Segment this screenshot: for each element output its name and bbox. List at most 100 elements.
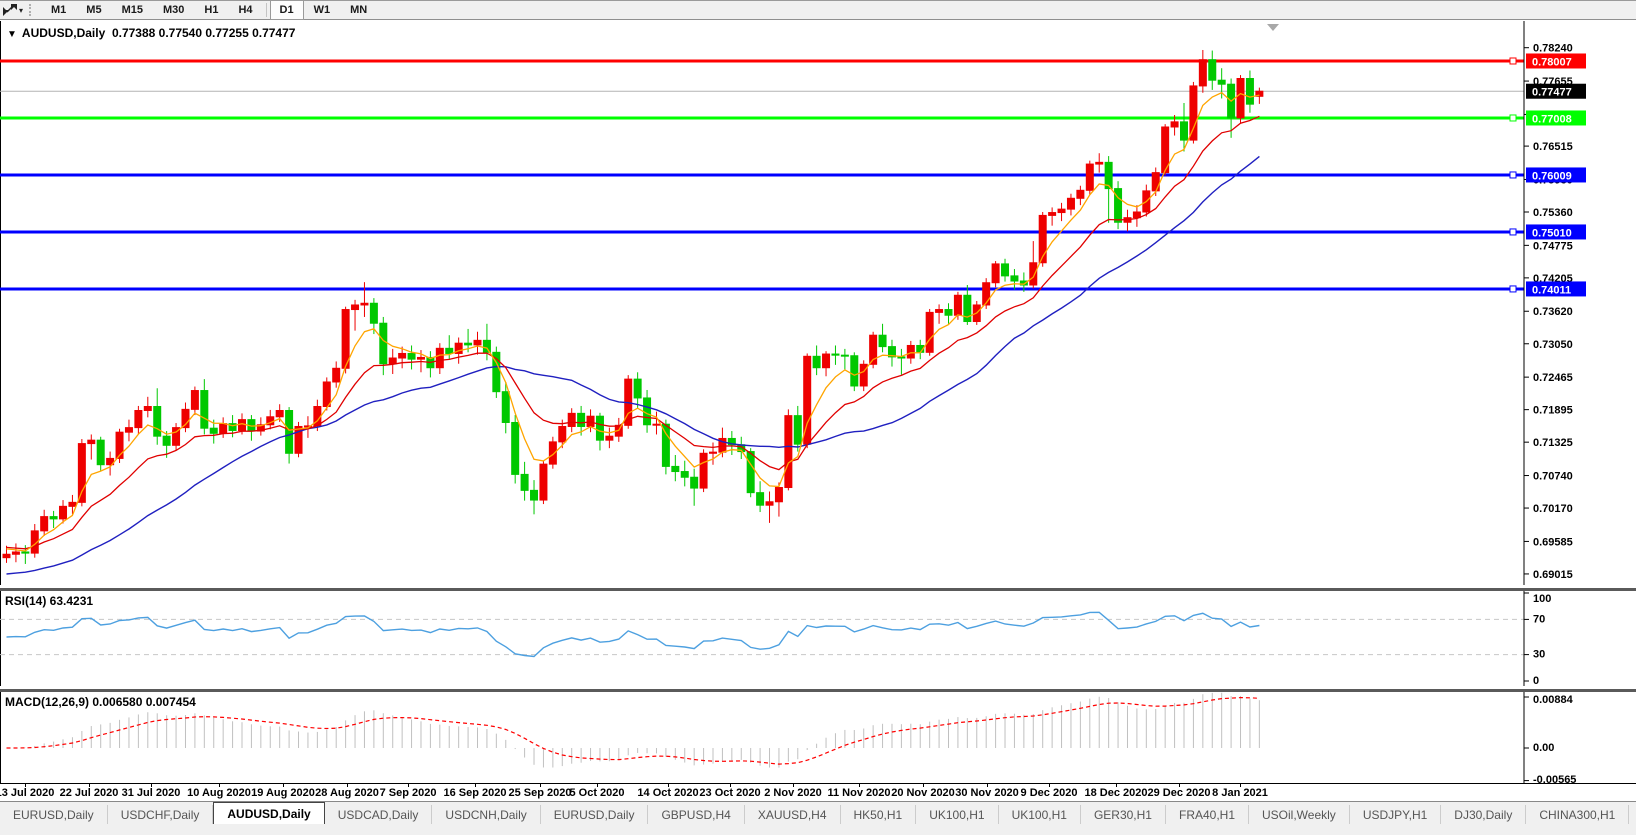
- price-tick-label: 0.75360: [1533, 207, 1573, 219]
- price-tick-label: 0.69015: [1533, 569, 1573, 581]
- candle-body: [578, 413, 585, 426]
- chart-tab-usdjpy-h1[interactable]: USDJPY,H1: [1350, 805, 1441, 825]
- candle-body: [399, 353, 406, 358]
- toolbar-grip[interactable]: [29, 4, 34, 16]
- candle-body: [945, 310, 952, 316]
- price-tick-label: 0.76515: [1533, 141, 1573, 153]
- timeframe-button-w1[interactable]: W1: [304, 0, 341, 20]
- timeframe-button-mn[interactable]: MN: [340, 0, 377, 20]
- date-tick: [408, 784, 409, 787]
- chart-tab-uk100-h1[interactable]: UK100,H1: [916, 805, 998, 825]
- date-tick: [151, 784, 152, 787]
- date-label: 9 Dec 2020: [1021, 787, 1078, 799]
- chart-tab-usoil-weekly[interactable]: USOil,Weekly: [1249, 805, 1350, 825]
- date-label: 31 Jul 2020: [122, 787, 181, 799]
- chart-tab-audusd-daily[interactable]: AUDUSD,Daily: [213, 802, 324, 825]
- chart-tab-dj30-daily[interactable]: DJ30,Daily: [1441, 805, 1526, 825]
- macd-indicator-pane[interactable]: MACD(12,26,9) 0.006580 0.007454 0.008840…: [0, 689, 1636, 786]
- candle-body: [446, 348, 453, 353]
- date-label: 25 Sep 2020: [509, 787, 572, 799]
- hline-handle[interactable]: [1510, 286, 1516, 292]
- candle-body: [41, 517, 48, 531]
- hline-handle[interactable]: [1510, 172, 1516, 178]
- candlestick-chart-svg[interactable]: 0.782400.776550.770700.765150.759300.753…: [0, 21, 1636, 585]
- chart-tab-hk50-h1[interactable]: HK50,H1: [841, 805, 917, 825]
- candle-body: [154, 407, 161, 437]
- rsi-chart-svg[interactable]: 10070300: [0, 591, 1636, 686]
- candle-body: [775, 488, 782, 502]
- chart-tab-usdcad-daily[interactable]: USDCAD,Daily: [325, 805, 433, 825]
- date-tick: [1116, 784, 1117, 787]
- timeframe-button-m5[interactable]: M5: [76, 0, 111, 20]
- candle-body: [832, 354, 839, 355]
- timeframe-button-m1[interactable]: M1: [41, 0, 76, 20]
- date-label: 10 Aug 2020: [187, 787, 251, 799]
- candle-body: [191, 391, 198, 410]
- candle-body: [3, 554, 10, 557]
- macd-chart-svg[interactable]: 0.008840.00-0.00565: [0, 692, 1636, 783]
- hline-handle[interactable]: [1510, 115, 1516, 121]
- rsi-indicator-pane[interactable]: RSI(14) 63.4231 10070300: [0, 588, 1636, 689]
- chart-tab-usdcnh-daily[interactable]: USDCNH,Daily: [432, 805, 540, 825]
- timeframe-button-m15[interactable]: M15: [112, 0, 153, 20]
- chart-tab-ger30-h1[interactable]: GER30,H1: [1081, 805, 1166, 825]
- date-tick: [793, 784, 794, 787]
- candle-body: [1096, 162, 1103, 164]
- macd-tick-label: 0.00: [1533, 742, 1554, 754]
- candle-body: [653, 424, 660, 425]
- candle-body: [879, 335, 886, 346]
- cursor-tool-icon[interactable]: [2, 3, 18, 17]
- chart-shift-marker-icon[interactable]: [1267, 24, 1279, 31]
- candle-body: [1218, 80, 1225, 84]
- chart-tab-usoil-[interactable]: USOil,: [1629, 805, 1636, 825]
- candle-body: [841, 355, 848, 356]
- timeframe-button-m30[interactable]: M30: [153, 0, 194, 20]
- chart-tab-uk100-h1[interactable]: UK100,H1: [999, 805, 1081, 825]
- candle-body: [1181, 122, 1188, 140]
- timeframe-button-h1[interactable]: H1: [194, 0, 228, 20]
- candle-body: [135, 411, 142, 428]
- price-tick-label: 0.74775: [1533, 240, 1573, 252]
- candle-body: [700, 453, 707, 488]
- candle-body: [907, 345, 914, 358]
- timeframe-buttons: M1M5M15M30H1H4 D1W1MN: [41, 0, 377, 20]
- chart-tab-china300-h1[interactable]: CHINA300,H1: [1526, 805, 1629, 825]
- candle-body: [757, 493, 764, 506]
- hline-handle[interactable]: [1510, 229, 1516, 235]
- date-tick: [1049, 784, 1050, 787]
- candle-body: [766, 502, 773, 505]
- macd-label: MACD(12,26,9) 0.006580 0.007454: [5, 695, 196, 709]
- tool-dropdown-caret[interactable]: ▾: [19, 6, 23, 15]
- chart-tab-fra40-h1[interactable]: FRA40,H1: [1166, 805, 1249, 825]
- hline-handle[interactable]: [1510, 58, 1516, 64]
- candle-body: [323, 382, 330, 407]
- date-tick: [597, 784, 598, 787]
- candle-body: [813, 356, 820, 367]
- timeframe-button-h4[interactable]: H4: [228, 0, 262, 20]
- chart-tab-gbpusd-h4[interactable]: GBPUSD,H4: [648, 805, 744, 825]
- candle-body: [1199, 60, 1206, 86]
- candle-body: [1246, 79, 1253, 105]
- candle-body: [606, 436, 613, 440]
- date-label: 30 Nov 2020: [955, 787, 1019, 799]
- chart-tab-xauusd-h4[interactable]: XAUUSD,H4: [745, 805, 841, 825]
- chart-tab-usdchf-daily[interactable]: USDCHF,Daily: [108, 805, 214, 825]
- candle-body: [239, 420, 246, 431]
- price-tick-label: 0.73620: [1533, 306, 1573, 318]
- candle-body: [1152, 173, 1159, 191]
- price-chart-pane[interactable]: ▼AUDUSD,Daily 0.77388 0.77540 0.77255 0.…: [0, 21, 1636, 585]
- candle-body: [408, 353, 415, 359]
- price-tag-label: 0.75010: [1532, 227, 1572, 239]
- price-tick-label: 0.70170: [1533, 503, 1573, 515]
- chart-tab-eurusd-daily[interactable]: EURUSD,Daily: [541, 805, 649, 825]
- candle-body: [644, 398, 651, 425]
- date-axis[interactable]: 13 Jul 202022 Jul 202031 Jul 202010 Aug …: [0, 783, 1636, 802]
- chart-tab-eurusd-daily[interactable]: EURUSD,Daily: [0, 805, 108, 825]
- date-label: 18 Dec 2020: [1085, 787, 1148, 799]
- date-tick: [475, 784, 476, 787]
- timeframe-button-d1[interactable]: D1: [270, 0, 304, 20]
- candle-body: [512, 422, 519, 474]
- date-label: 23 Oct 2020: [699, 787, 760, 799]
- candle-body: [634, 379, 641, 398]
- chart-title-caret[interactable]: ▼: [7, 29, 17, 40]
